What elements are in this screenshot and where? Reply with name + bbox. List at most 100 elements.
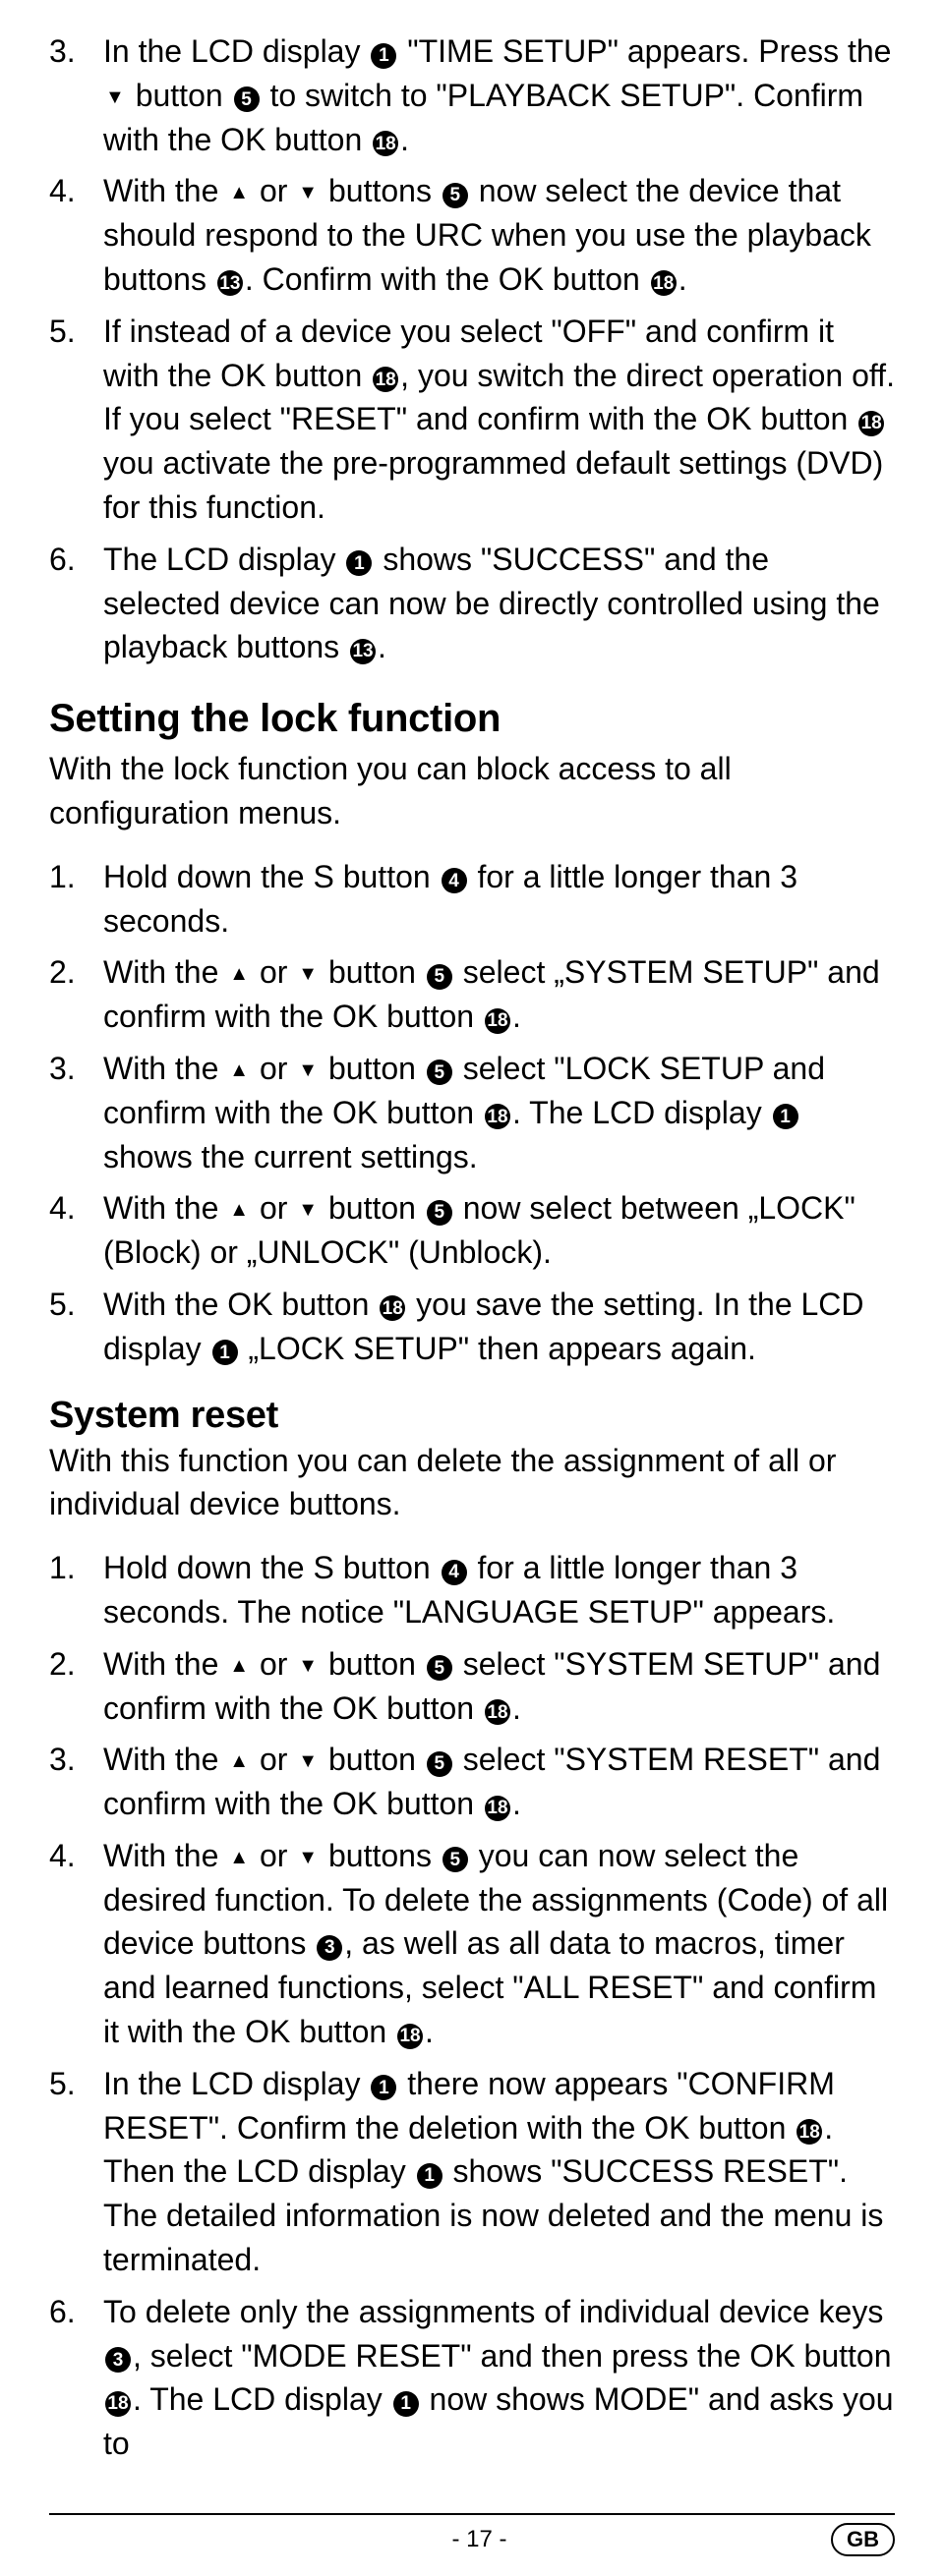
circled-number-icon: 5 bbox=[427, 964, 452, 990]
circled-number-icon: 5 bbox=[427, 1751, 452, 1777]
list-item-body: With the ▲ or ▼ button 5 select "SYSTEM … bbox=[103, 1642, 895, 1731]
list-item: 4.With the ▲ or ▼ buttons 5 you can now … bbox=[49, 1834, 895, 2054]
up-triangle-icon: ▲ bbox=[229, 1844, 249, 1871]
reset-intro-text: With this function you can delete the as… bbox=[49, 1439, 895, 1527]
down-triangle-icon: ▼ bbox=[298, 1844, 318, 1871]
list-item-number: 3. bbox=[49, 29, 103, 161]
list-item-body: In the LCD display 1 there now appears "… bbox=[103, 2062, 895, 2282]
circled-number-icon: 5 bbox=[234, 86, 260, 112]
list-item-body: With the ▲ or ▼ buttons 5 you can now se… bbox=[103, 1834, 895, 2054]
manual-page: 3.In the LCD display 1 "TIME SETUP" appe… bbox=[0, 0, 944, 2576]
list-item-body: In the LCD display 1 "TIME SETUP" appear… bbox=[103, 29, 895, 161]
list-item: 6.To delete only the assignments of indi… bbox=[49, 2290, 895, 2466]
list-item: 4.With the ▲ or ▼ buttons 5 now select t… bbox=[49, 169, 895, 301]
circled-number-icon: 1 bbox=[371, 43, 396, 69]
circled-number-icon: 18 bbox=[651, 270, 677, 296]
circled-number-icon: 4 bbox=[442, 1560, 467, 1585]
list-item-body: To delete only the assignments of indivi… bbox=[103, 2290, 895, 2466]
list-item: 3.In the LCD display 1 "TIME SETUP" appe… bbox=[49, 29, 895, 161]
up-triangle-icon: ▲ bbox=[229, 1196, 249, 1224]
circled-number-icon: 18 bbox=[373, 131, 398, 156]
circled-number-icon: 18 bbox=[485, 1104, 510, 1129]
circled-number-icon: 18 bbox=[485, 1008, 510, 1034]
list-item: 3.With the ▲ or ▼ button 5 select "LOCK … bbox=[49, 1047, 895, 1178]
list-item: 5.With the OK button 18 you save the set… bbox=[49, 1283, 895, 1371]
list-item-number: 4. bbox=[49, 1834, 103, 2054]
circled-number-icon: 18 bbox=[485, 1699, 510, 1725]
list-item-number: 6. bbox=[49, 2290, 103, 2466]
list-item-body: With the ▲ or ▼ button 5 select "SYSTEM … bbox=[103, 1738, 895, 1826]
heading-lock-function: Setting the lock function bbox=[49, 697, 895, 741]
list-item-body: With the ▲ or ▼ button 5 select "LOCK SE… bbox=[103, 1047, 895, 1178]
list-item-body: With the OK button 18 you save the setti… bbox=[103, 1283, 895, 1371]
down-triangle-icon: ▼ bbox=[105, 84, 125, 111]
circled-number-icon: 18 bbox=[105, 2391, 131, 2417]
top-instruction-list: 3.In the LCD display 1 "TIME SETUP" appe… bbox=[49, 29, 895, 669]
lock-intro-text: With the lock function you can block acc… bbox=[49, 747, 895, 835]
list-item-body: Hold down the S button 4 for a little lo… bbox=[103, 855, 895, 944]
page-number: - 17 - bbox=[451, 2526, 506, 2553]
circled-number-icon: 5 bbox=[442, 183, 468, 208]
list-item-number: 2. bbox=[49, 1642, 103, 1731]
list-item: 6.The LCD display 1 shows "SUCCESS" and … bbox=[49, 538, 895, 669]
list-item-body: With the ▲ or ▼ button 5 now select betw… bbox=[103, 1186, 895, 1275]
list-item-number: 5. bbox=[49, 310, 103, 530]
list-item: 2.With the ▲ or ▼ button 5 select "SYSTE… bbox=[49, 1642, 895, 1731]
list-item: 5.In the LCD display 1 there now appears… bbox=[49, 2062, 895, 2282]
circled-number-icon: 1 bbox=[346, 550, 372, 576]
circled-number-icon: 18 bbox=[373, 367, 398, 392]
reset-instruction-list: 1.Hold down the S button 4 for a little … bbox=[49, 1546, 895, 2466]
circled-number-icon: 1 bbox=[393, 2391, 419, 2417]
list-item-number: 5. bbox=[49, 1283, 103, 1371]
list-item-number: 1. bbox=[49, 855, 103, 944]
up-triangle-icon: ▲ bbox=[229, 1652, 249, 1680]
circled-number-icon: 18 bbox=[380, 1295, 405, 1321]
circled-number-icon: 5 bbox=[427, 1655, 452, 1681]
list-item-number: 3. bbox=[49, 1738, 103, 1826]
circled-number-icon: 3 bbox=[317, 1935, 342, 1961]
list-item-number: 6. bbox=[49, 538, 103, 669]
list-item: 1.Hold down the S button 4 for a little … bbox=[49, 1546, 895, 1634]
list-item-body: With the ▲ or ▼ button 5 select „SYSTEM … bbox=[103, 950, 895, 1039]
list-item: 3.With the ▲ or ▼ button 5 select "SYSTE… bbox=[49, 1738, 895, 1826]
circled-number-icon: 18 bbox=[485, 1796, 510, 1821]
list-item: 4.With the ▲ or ▼ button 5 now select be… bbox=[49, 1186, 895, 1275]
list-item-number: 2. bbox=[49, 950, 103, 1039]
up-triangle-icon: ▲ bbox=[229, 960, 249, 988]
circled-number-icon: 4 bbox=[442, 868, 467, 893]
lock-instruction-list: 1.Hold down the S button 4 for a little … bbox=[49, 855, 895, 1371]
up-triangle-icon: ▲ bbox=[229, 1747, 249, 1775]
list-item-number: 4. bbox=[49, 1186, 103, 1275]
circled-number-icon: 5 bbox=[442, 1847, 468, 1872]
circled-number-icon: 1 bbox=[417, 2163, 442, 2189]
circled-number-icon: 13 bbox=[217, 270, 243, 296]
list-item-number: 5. bbox=[49, 2062, 103, 2282]
down-triangle-icon: ▼ bbox=[298, 179, 318, 206]
list-item: 5.If instead of a device you select "OFF… bbox=[49, 310, 895, 530]
up-triangle-icon: ▲ bbox=[229, 1057, 249, 1084]
down-triangle-icon: ▼ bbox=[298, 960, 318, 988]
circled-number-icon: 1 bbox=[212, 1340, 238, 1365]
up-triangle-icon: ▲ bbox=[229, 179, 249, 206]
circled-number-icon: 1 bbox=[773, 1104, 798, 1129]
page-footer: - 17 - GB bbox=[49, 2513, 895, 2556]
list-item-body: Hold down the S button 4 for a little lo… bbox=[103, 1546, 895, 1634]
heading-system-reset: System reset bbox=[49, 1395, 895, 1437]
down-triangle-icon: ▼ bbox=[298, 1747, 318, 1775]
down-triangle-icon: ▼ bbox=[298, 1652, 318, 1680]
circled-number-icon: 5 bbox=[427, 1059, 452, 1085]
down-triangle-icon: ▼ bbox=[298, 1196, 318, 1224]
list-item: 1.Hold down the S button 4 for a little … bbox=[49, 855, 895, 944]
circled-number-icon: 1 bbox=[371, 2075, 396, 2100]
list-item-number: 1. bbox=[49, 1546, 103, 1634]
list-item: 2.With the ▲ or ▼ button 5 select „SYSTE… bbox=[49, 950, 895, 1039]
circled-number-icon: 18 bbox=[858, 411, 884, 436]
list-item-body: With the ▲ or ▼ buttons 5 now select the… bbox=[103, 169, 895, 301]
list-item-number: 4. bbox=[49, 169, 103, 301]
circled-number-icon: 18 bbox=[796, 2119, 822, 2145]
down-triangle-icon: ▼ bbox=[298, 1057, 318, 1084]
circled-number-icon: 3 bbox=[105, 2347, 131, 2373]
list-item-number: 3. bbox=[49, 1047, 103, 1178]
list-item-body: If instead of a device you select "OFF" … bbox=[103, 310, 895, 530]
language-badge: GB bbox=[831, 2523, 895, 2556]
